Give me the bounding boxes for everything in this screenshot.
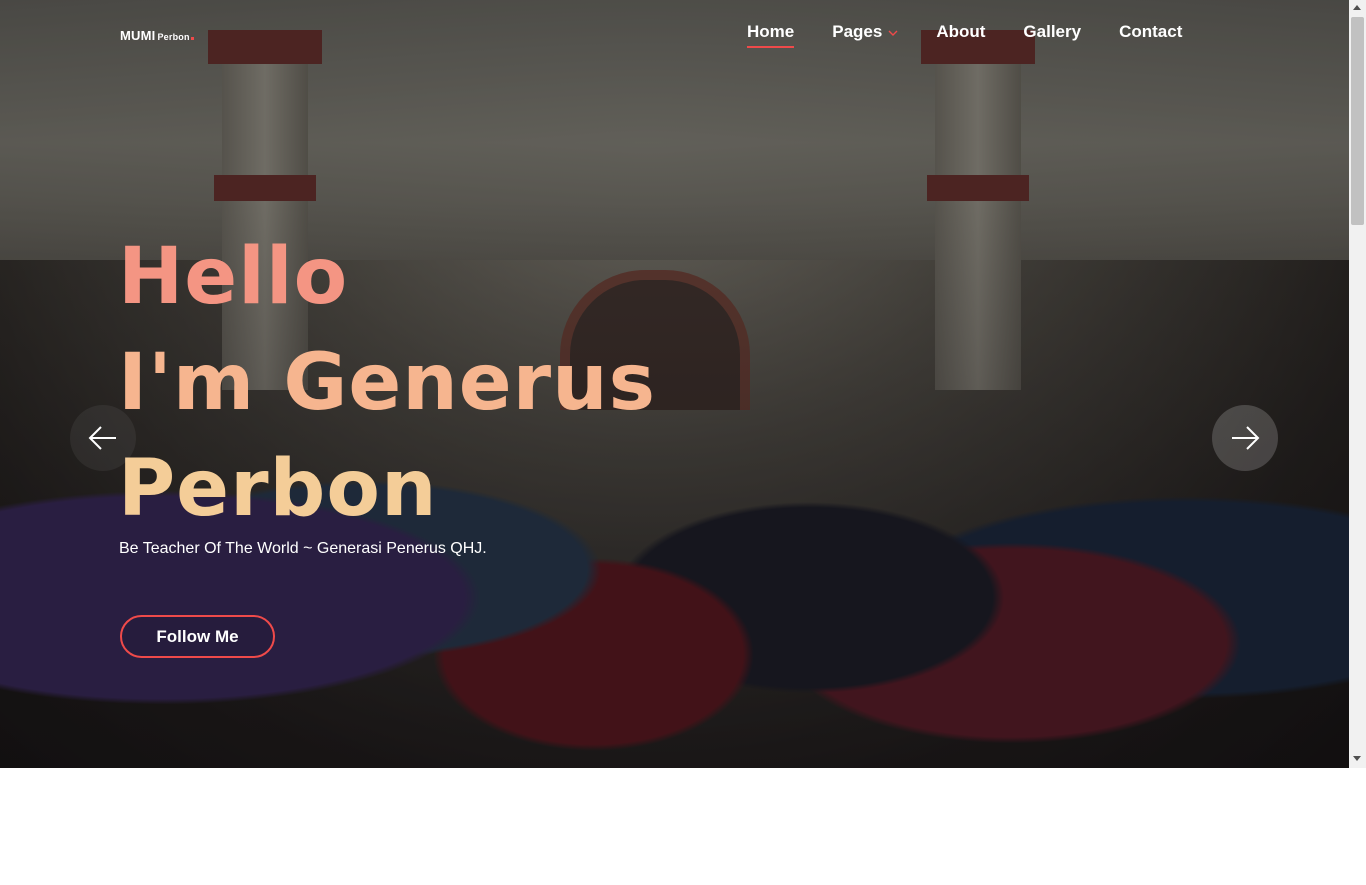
nav-item-pages[interactable]: Pages — [832, 22, 898, 50]
site-logo[interactable]: MUMI Perbon — [120, 28, 194, 43]
logo-small: Perbon — [157, 32, 190, 42]
nav-item-gallery[interactable]: Gallery — [1023, 22, 1081, 50]
hero-headline-line-2: I'm Generus — [118, 338, 657, 428]
hero-headline-line-1: Hello — [118, 232, 349, 322]
scroll-up-icon[interactable] — [1353, 5, 1361, 10]
logo-dot — [190, 37, 194, 40]
slider-prev-button[interactable] — [70, 405, 136, 471]
nav-item-label: Gallery — [1023, 22, 1082, 41]
nav-item-label: Home — [747, 22, 795, 41]
arrow-right-icon — [1232, 426, 1260, 450]
logo-main: MUMI — [120, 28, 156, 43]
hero-headline: Hello I'm Generus Perbon — [118, 224, 656, 542]
follow-me-button[interactable]: Follow Me — [120, 615, 275, 658]
arrow-left-icon — [88, 426, 116, 450]
page-scrollbar[interactable] — [1349, 0, 1366, 768]
scrollbar-thumb[interactable] — [1351, 17, 1364, 225]
hero-headline-line-3: Perbon — [118, 444, 438, 534]
nav-item-label: Contact — [1119, 22, 1183, 41]
nav-item-label: About — [936, 22, 986, 41]
hero-slider: MUMI Perbon Home Pages About Gallery Cont… — [0, 0, 1349, 768]
nav-item-about[interactable]: About — [936, 22, 985, 50]
nav-item-label: Pages — [832, 22, 883, 41]
hero-subtitle: Be Teacher Of The World ~ Generasi Pener… — [119, 540, 487, 557]
chevron-down-icon — [888, 30, 898, 36]
nav-item-contact[interactable]: Contact — [1119, 22, 1182, 50]
slider-next-button[interactable] — [1212, 405, 1278, 471]
main-nav: Home Pages About Gallery Contact — [747, 22, 1182, 52]
nav-item-home[interactable]: Home — [747, 22, 795, 50]
scroll-down-icon[interactable] — [1353, 756, 1361, 761]
